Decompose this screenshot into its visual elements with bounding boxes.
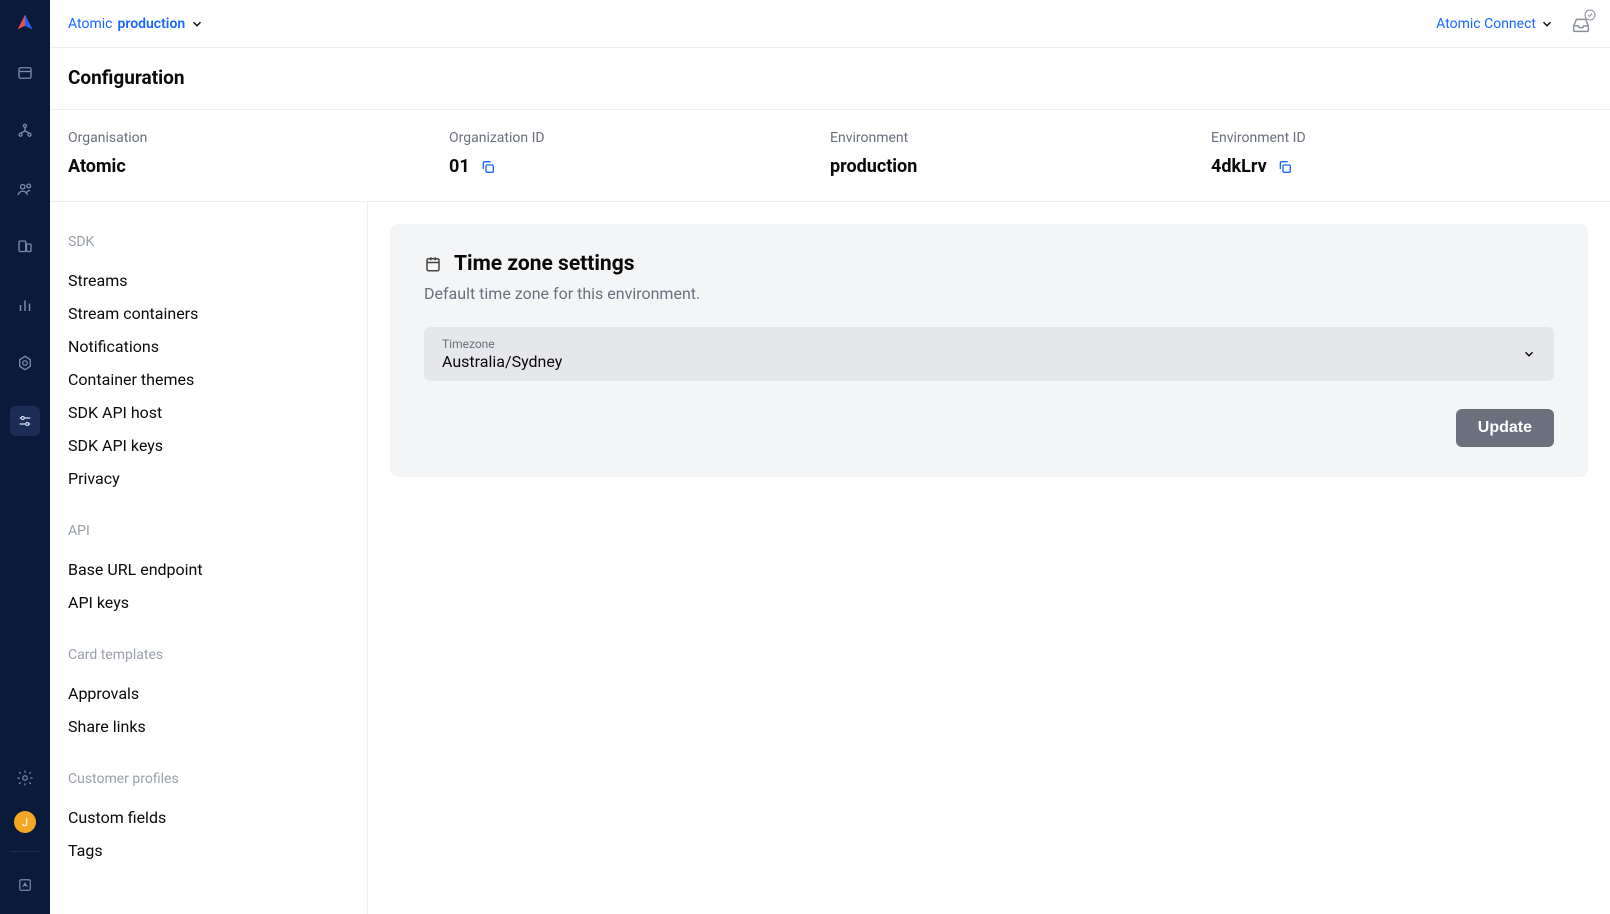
sidebar-item-stream-containers[interactable]: Stream containers [68, 297, 349, 330]
breadcrumb[interactable]: Atomic production [68, 16, 204, 32]
rail-analytics-icon[interactable] [10, 290, 40, 320]
chevron-down-icon [190, 17, 204, 31]
select-value: Australia/Sydney [442, 352, 562, 371]
info-value: 01 [449, 156, 830, 177]
sidebar-item-privacy[interactable]: Privacy [68, 462, 349, 495]
sidebar-section: SDK StreamsStream containersNotifications… [68, 234, 349, 495]
timezone-panel: Time zone settings Default time zone for… [390, 224, 1588, 477]
connect-label: Atomic Connect [1436, 16, 1536, 32]
update-button[interactable]: Update [1456, 409, 1554, 447]
page-title-row: Configuration [50, 48, 1610, 110]
sidebar-heading: SDK [68, 234, 349, 250]
info-environment-id: Environment ID 4dkLrv [1211, 130, 1592, 177]
sidebar-item-streams[interactable]: Streams [68, 264, 349, 297]
panel-subtitle: Default time zone for this environment. [424, 284, 1554, 303]
info-environment: Environment production [830, 130, 1211, 177]
sidebar-item-api-keys[interactable]: API keys [68, 586, 349, 619]
app-logo[interactable] [14, 12, 36, 34]
sidebar-item-approvals[interactable]: Approvals [68, 677, 349, 710]
main-column: Atomic production Atomic Connect Configu… [50, 0, 1610, 914]
calendar-icon [424, 255, 442, 273]
inbox-status-icon[interactable] [1570, 13, 1592, 35]
info-organisation-id: Organization ID 01 [449, 130, 830, 177]
info-label: Organisation [68, 130, 449, 146]
panel-title: Time zone settings [454, 252, 634, 276]
rail-settings-icon[interactable] [10, 348, 40, 378]
info-value: production [830, 156, 1211, 177]
sidebar-section: Customer profiles Custom fieldsTags [68, 771, 349, 867]
rail-help-icon[interactable] [10, 870, 40, 900]
breadcrumb-env: production [117, 16, 185, 32]
sidebar-heading: Customer profiles [68, 771, 349, 787]
rail-divider [10, 851, 40, 852]
sidebar-heading: API [68, 523, 349, 539]
chevron-down-icon [1540, 17, 1554, 31]
rail-flows-icon[interactable] [10, 116, 40, 146]
sidebar-heading: Card templates [68, 647, 349, 663]
avatar-initial: J [22, 816, 28, 829]
sidebar-item-notifications[interactable]: Notifications [68, 330, 349, 363]
atomic-connect-link[interactable]: Atomic Connect [1436, 16, 1554, 32]
sidebar-item-sdk-api-host[interactable]: SDK API host [68, 396, 349, 429]
breadcrumb-org: Atomic [68, 16, 112, 32]
chevron-down-icon [1522, 347, 1536, 361]
sidebar-section: Card templates ApprovalsShare links [68, 647, 349, 743]
info-label: Organization ID [449, 130, 830, 146]
user-avatar[interactable]: J [14, 811, 36, 833]
settings-sidebar: SDK StreamsStream containersNotifications… [50, 202, 368, 914]
sidebar-section: API Base URL endpointAPI keys [68, 523, 349, 619]
sidebar-item-container-themes[interactable]: Container themes [68, 363, 349, 396]
rail-configuration-icon[interactable] [10, 406, 40, 436]
rail-devices-icon[interactable] [10, 232, 40, 262]
sidebar-item-base-url-endpoint[interactable]: Base URL endpoint [68, 553, 349, 586]
panel-wrap: Time zone settings Default time zone for… [368, 202, 1610, 914]
rail-users-icon[interactable] [10, 174, 40, 204]
sidebar-item-sdk-api-keys[interactable]: SDK API keys [68, 429, 349, 462]
copy-icon[interactable] [480, 159, 496, 175]
select-label: Timezone [442, 337, 562, 351]
nav-rail: J [0, 0, 50, 914]
info-row: Organisation Atomic Organization ID 01 E… [50, 110, 1610, 202]
rail-gear-icon[interactable] [10, 763, 40, 793]
info-value: Atomic [68, 156, 449, 177]
content-area: SDK StreamsStream containersNotifications… [50, 202, 1610, 914]
info-organisation: Organisation Atomic [68, 130, 449, 177]
sidebar-item-custom-fields[interactable]: Custom fields [68, 801, 349, 834]
top-bar: Atomic production Atomic Connect [50, 0, 1610, 48]
page-title: Configuration [68, 66, 1592, 89]
info-value: 4dkLrv [1211, 156, 1592, 177]
sidebar-item-share-links[interactable]: Share links [68, 710, 349, 743]
rail-cards-icon[interactable] [10, 58, 40, 88]
sidebar-item-tags[interactable]: Tags [68, 834, 349, 867]
timezone-select[interactable]: Timezone Australia/Sydney [424, 327, 1554, 381]
info-label: Environment [830, 130, 1211, 146]
info-label: Environment ID [1211, 130, 1592, 146]
copy-icon[interactable] [1277, 159, 1293, 175]
